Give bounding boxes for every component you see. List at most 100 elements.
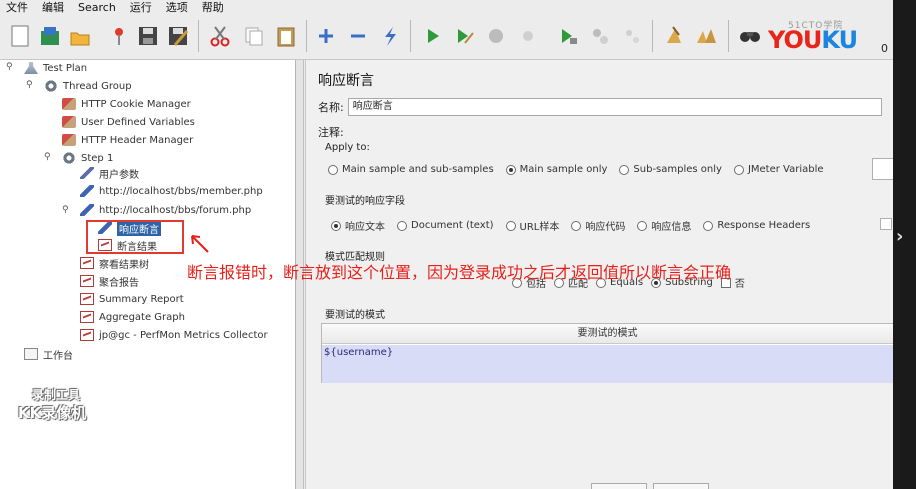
apply-jmeter-variable-radio[interactable]: JMeter Variable — [733, 164, 824, 175]
tree-node-summary-report[interactable]: Summary Report — [80, 291, 184, 307]
menu-edit[interactable]: 编辑 — [42, 0, 64, 15]
stop-icon[interactable] — [482, 22, 510, 50]
tree-node-step-1[interactable]: Step 1 — [62, 150, 113, 166]
comment-label: 注释: — [318, 126, 344, 139]
tree-node-header-manager[interactable]: HTTP Header Manager — [62, 132, 193, 148]
tree-node-test-plan[interactable]: Test Plan — [24, 60, 87, 76]
radio-selected-icon — [505, 164, 516, 175]
chevron-right-icon[interactable]: › — [896, 226, 903, 247]
save-as-icon[interactable] — [164, 22, 192, 50]
panel-title: 响应断言 — [318, 73, 374, 89]
toolbar-separator — [652, 20, 653, 52]
radio-icon — [328, 164, 338, 175]
copy-icon[interactable] — [240, 22, 268, 50]
response-field-options: 响应文本 Document (text) URL样本 响应代码 响应信息 Res… — [331, 218, 822, 233]
expand-toggle-icon[interactable]: ⚲ — [44, 152, 54, 162]
field-document-radio[interactable]: Document (text) — [397, 220, 494, 231]
save-icon[interactable] — [134, 22, 162, 50]
expand-toggle-icon[interactable]: ⚲ — [62, 205, 72, 215]
start-icon[interactable] — [418, 22, 446, 50]
tree-node-aggregate-graph[interactable]: Aggregate Graph — [80, 309, 185, 325]
tree-node-user-defined-variables[interactable]: User Defined Variables — [62, 114, 195, 130]
radio-selected-icon — [331, 220, 341, 231]
tree-node-user-parameters[interactable]: 用户参数 — [80, 165, 139, 181]
listener-icon — [80, 293, 94, 305]
remote-start-icon[interactable] — [554, 22, 582, 50]
tree-node-label: Aggregate Graph — [99, 311, 185, 323]
tree-node-forum-request[interactable]: http://localhost/bbs/forum.php — [80, 202, 251, 218]
add-pattern-button[interactable] — [591, 483, 647, 489]
clear-icon[interactable] — [660, 22, 688, 50]
apply-to-options: Main sample and sub-samples Main sample … — [328, 164, 836, 175]
menu-run[interactable]: 运行 — [130, 0, 152, 15]
patterns-label: 要测试的模式 — [325, 310, 385, 321]
paste-icon[interactable] — [272, 22, 300, 50]
option-label: 响应文本 — [345, 222, 385, 233]
start-no-pause-icon[interactable] — [450, 22, 478, 50]
tree-node-label: http://localhost/bbs/member.php — [99, 185, 263, 197]
cut-icon[interactable] — [206, 22, 234, 50]
field-url-sample-radio[interactable]: URL样本 — [505, 218, 559, 233]
menu-options[interactable]: 选项 — [166, 0, 188, 15]
tree-node-label: 用户参数 — [99, 169, 139, 181]
shutdown-icon[interactable] — [514, 22, 542, 50]
tree-node-label: Step 1 — [81, 152, 114, 164]
config-element-icon — [62, 98, 76, 110]
pattern-row[interactable]: ${username} — [322, 345, 893, 383]
tree-node-aggregate-report[interactable]: 聚合报告 — [80, 273, 139, 289]
jmeter-variable-input[interactable] — [872, 158, 894, 180]
tree-node-workbench[interactable]: 工作台 — [24, 346, 73, 362]
apply-main-and-sub-radio[interactable]: Main sample and sub-samples — [328, 164, 494, 175]
pre-processor-icon — [80, 167, 94, 179]
expand-toggle-icon[interactable]: ⚲ — [6, 62, 16, 72]
search-icon[interactable] — [736, 22, 764, 50]
config-element-icon — [62, 116, 76, 128]
toggle-icon[interactable] — [376, 22, 404, 50]
apply-main-only-radio[interactable]: Main sample only — [505, 164, 607, 175]
tree-node-label: User Defined Variables — [81, 116, 195, 128]
tree-node-cookie-manager[interactable]: HTTP Cookie Manager — [62, 96, 191, 112]
test-plan-icon — [24, 62, 38, 74]
remote-shutdown-icon[interactable] — [618, 22, 646, 50]
menu-file[interactable]: 文件 — [6, 0, 28, 15]
controller-icon — [62, 152, 76, 164]
expand-toggle-icon[interactable]: ⚲ — [26, 80, 36, 90]
menu-search[interactable]: Search — [78, 1, 116, 14]
clear-all-icon[interactable] — [692, 22, 720, 50]
apply-sub-only-radio[interactable]: Sub-samples only — [619, 164, 722, 175]
apply-to-label: Apply to: — [325, 142, 370, 153]
tree-node-perfmon-collector[interactable]: jp@gc - PerfMon Metrics Collector — [80, 327, 268, 343]
tree-node-label: 聚合报告 — [99, 277, 139, 289]
close-icon[interactable] — [104, 22, 132, 50]
tree-node-member-request[interactable]: http://localhost/bbs/member.php — [80, 183, 263, 199]
listener-icon — [80, 329, 94, 341]
tree-node-label: HTTP Header Manager — [81, 134, 194, 146]
expand-icon[interactable] — [312, 22, 340, 50]
field-response-code-radio[interactable]: 响应代码 — [571, 218, 625, 233]
tree-node-view-results-tree[interactable]: 察看结果树 — [80, 255, 149, 271]
field-response-headers-radio[interactable]: Response Headers — [703, 220, 810, 231]
radio-icon — [637, 220, 648, 231]
remote-stop-icon[interactable] — [586, 22, 614, 50]
workbench-icon — [24, 348, 38, 360]
listener-icon — [80, 275, 94, 287]
menu-help[interactable]: 帮助 — [202, 0, 224, 15]
tree-node-label: 察看结果树 — [99, 259, 149, 271]
ignore-status-checkbox[interactable] — [880, 218, 892, 230]
name-field[interactable]: 响应断言 — [347, 98, 882, 116]
field-response-text-radio[interactable]: 响应文本 — [331, 218, 385, 233]
field-response-message-radio[interactable]: 响应信息 — [637, 218, 691, 233]
option-label: 否 — [734, 279, 745, 290]
toolbar-separator — [410, 20, 411, 52]
new-icon[interactable] — [6, 22, 34, 50]
radio-icon — [571, 220, 582, 231]
collapse-icon[interactable] — [344, 22, 372, 50]
listener-icon — [80, 311, 94, 323]
templates-icon[interactable] — [36, 22, 64, 50]
tree-node-thread-group[interactable]: Thread Group — [44, 78, 132, 94]
tree-node-label: HTTP Cookie Manager — [81, 98, 191, 110]
delete-pattern-button[interactable] — [653, 483, 709, 489]
tree-node-label: Summary Report — [99, 293, 184, 305]
option-label: Main sample and sub-samples — [342, 164, 494, 175]
open-icon[interactable] — [66, 22, 94, 50]
